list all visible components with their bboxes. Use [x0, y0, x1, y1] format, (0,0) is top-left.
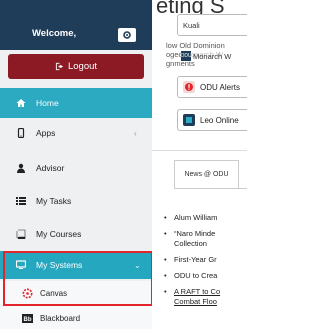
- logout-label: Logout: [67, 61, 98, 72]
- monitor-icon: [15, 259, 27, 271]
- sidebar-item-label: My Courses: [36, 229, 82, 239]
- news-item-text: “Naro Minde: [174, 229, 216, 238]
- tablet-icon: [15, 127, 27, 139]
- sidebar-item-advisor[interactable]: Advisor: [0, 153, 152, 183]
- news-item-text: A RAFT to Co: [174, 287, 221, 296]
- monarch-label: Monarch W: [193, 51, 232, 61]
- news-item-text-line2: Combat Floo: [174, 297, 217, 306]
- news-panel: News @ ODU Alum William “Naro MindeColle…: [152, 150, 247, 329]
- sidebar-item-label: Apps: [36, 128, 56, 138]
- news-item[interactable]: First-Year Gr: [164, 255, 220, 265]
- welcome-header: Welcome,: [0, 0, 152, 50]
- logout-button[interactable]: Logout: [8, 54, 144, 79]
- app-tile-odu-alerts[interactable]: ODU Alerts: [177, 76, 247, 98]
- user-icon: [15, 162, 27, 174]
- main-content: eting S Kuali low Old Dominion ogeo Mona…: [152, 0, 247, 329]
- news-item-text: Alum William: [174, 213, 218, 222]
- gear-icon: [123, 31, 131, 39]
- app-tile-label: Leo Online: [200, 115, 239, 125]
- news-item[interactable]: A RAFT to CoCombat Floo: [164, 287, 220, 307]
- sidebar-item-apps[interactable]: Apps ‹: [0, 118, 152, 148]
- tab-divider: [174, 188, 247, 189]
- monarch-icon: ODU: [180, 51, 192, 61]
- sidebar-item-my-tasks[interactable]: My Tasks: [0, 186, 152, 216]
- app-tile-leo-online[interactable]: Leo Online: [177, 109, 247, 131]
- chevron-down-icon: ⌄: [134, 260, 141, 270]
- news-item[interactable]: “Naro MindeCollection: [164, 229, 220, 249]
- app-tile-label: ODU Alerts: [200, 82, 241, 92]
- chevron-left-icon: ‹: [134, 128, 137, 138]
- welcome-text: Welcome,: [32, 28, 77, 39]
- sidebar-item-label: Home: [36, 98, 59, 108]
- news-list: Alum William “Naro MindeCollection First…: [164, 213, 220, 313]
- alert-icon: [183, 81, 195, 93]
- sidebar: Welcome, Logout Home Apps ‹ Advisor My T…: [0, 0, 153, 329]
- sidebar-item-my-systems[interactable]: My Systems ⌄: [0, 251, 152, 279]
- news-item[interactable]: ODU to Crea: [164, 271, 220, 281]
- settings-button[interactable]: [118, 28, 136, 42]
- background-text-line: low Old Dominion: [166, 41, 225, 50]
- monarch-link[interactable]: ODU Monarch W: [180, 50, 245, 62]
- news-item[interactable]: Alum William: [164, 213, 220, 223]
- sidebar-item-home[interactable]: Home: [0, 88, 152, 118]
- search-input[interactable]: Kuali: [177, 14, 247, 36]
- sidebar-item-label: My Systems: [36, 260, 83, 270]
- sidebar-subitem-label: Blackboard: [40, 313, 81, 323]
- canvas-icon: [22, 288, 33, 299]
- svg-text:Bb: Bb: [24, 317, 32, 323]
- blackboard-icon: Bb: [22, 313, 33, 324]
- sidebar-item-label: My Tasks: [36, 196, 72, 206]
- leo-icon: [183, 114, 195, 126]
- sidebar-subitem-label: Canvas: [40, 288, 68, 298]
- book-icon: [15, 228, 27, 240]
- news-item-text: ODU to Crea: [174, 271, 218, 280]
- tasks-icon: [15, 195, 27, 207]
- news-item-text: First-Year Gr: [174, 255, 217, 264]
- sidebar-item-label: Advisor: [36, 163, 65, 173]
- news-item-text-line2: Collection: [174, 239, 207, 248]
- home-icon: [15, 97, 27, 109]
- logout-icon: [55, 62, 64, 71]
- sidebar-subitem-blackboard[interactable]: Bb Blackboard: [0, 306, 152, 329]
- sidebar-subitem-canvas[interactable]: Canvas: [0, 281, 152, 305]
- sidebar-item-my-courses[interactable]: My Courses: [0, 219, 152, 249]
- tab-news-odu[interactable]: News @ ODU: [174, 160, 239, 188]
